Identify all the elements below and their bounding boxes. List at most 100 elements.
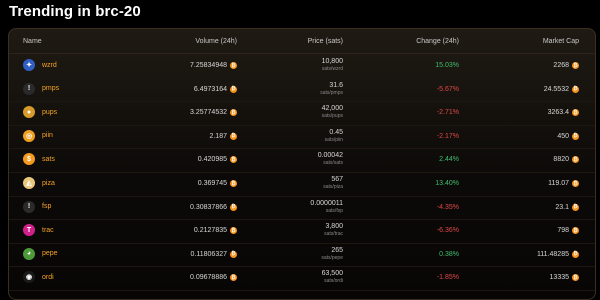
- change-value: 0.38%: [439, 250, 459, 258]
- table-row[interactable]: ✦ wzrd 7.25834948 ₿ 10,800 sats/wzrd 15.03% 226…: [9, 54, 595, 79]
- price-unit: sats/fsp: [325, 207, 343, 214]
- pizza-avatar: ◭: [23, 177, 35, 189]
- bitcoin-icon: ₿: [572, 203, 579, 211]
- change-value: 2.44%: [439, 156, 459, 164]
- market-cap-value: 119.07: [548, 180, 569, 187]
- bitcoin-icon: ₿: [572, 109, 579, 117]
- header-change[interactable]: Change (24h): [416, 38, 459, 45]
- bitcoin-icon: ₿: [572, 85, 579, 93]
- volume-cell: 0.30837866 ₿: [190, 203, 237, 211]
- price-unit: sats/sats: [323, 160, 343, 167]
- price-cell: 567 sats/piza: [323, 176, 343, 190]
- price-unit: sats/pups: [321, 113, 343, 120]
- header-price[interactable]: Price (sats): [308, 38, 343, 45]
- market-cap-value: 24.5532: [543, 85, 569, 93]
- token-cell[interactable]: ! pmps: [23, 82, 59, 95]
- price-value: 265: [331, 246, 343, 254]
- volume-value: 7.25834948: [190, 62, 227, 69]
- price-unit: sats/piza: [323, 184, 343, 190]
- price-value: 567: [331, 176, 343, 183]
- page-title: Trending in brc-20: [9, 3, 141, 20]
- bitcoin-icon: ₿: [572, 180, 579, 187]
- market-cap-value: 23.1: [555, 203, 569, 211]
- price-value: 0.00042: [317, 152, 343, 160]
- market-cap-cell: 3263.4 ₿: [547, 109, 579, 117]
- token-cell[interactable]: ◕ pepe: [23, 247, 58, 260]
- bitcoin-icon: ₿: [572, 62, 579, 69]
- bitcoin-icon: ₿: [230, 203, 237, 211]
- market-cap-cell: 119.07 ₿: [548, 180, 579, 187]
- header-name[interactable]: Name: [23, 38, 42, 45]
- table-row[interactable]: ! fsp 0.30837866 ₿ 0.0000011 sats/fsp -4.35% 23…: [9, 196, 595, 221]
- volume-cell: 7.25834948 ₿: [190, 62, 237, 69]
- bitcoin-icon: ₿: [230, 109, 237, 117]
- price-value: 42,000: [321, 105, 343, 113]
- wizard-avatar: ✦: [23, 59, 35, 71]
- table-row[interactable]: ! pmps 6.4973164 ₿ 31.6 sats/pmps -5.67% 24.553…: [9, 78, 595, 103]
- market-cap-value: 3263.4: [547, 109, 569, 117]
- table-header: Name Volume (24h) Price (sats) Change (2…: [9, 29, 595, 54]
- token-cell[interactable]: ◭ piza: [23, 177, 55, 189]
- volume-value: 3.25774532: [190, 109, 227, 117]
- token-cell[interactable]: Ttrac: [23, 224, 54, 237]
- token-cell[interactable]: $ sats: [23, 153, 55, 166]
- token-cell[interactable]: ◎ piin: [23, 129, 53, 142]
- ticker-label[interactable]: pepe: [42, 250, 58, 257]
- token-cell[interactable]: ◉ ordi: [23, 271, 54, 284]
- price-unit: sats/trac: [324, 231, 343, 238]
- volume-cell: 2.187 ₿: [209, 132, 237, 140]
- dollar-coin-icon: $: [23, 153, 35, 166]
- token-cell[interactable]: ! fsp: [23, 200, 51, 213]
- ticker-label[interactable]: sats: [42, 156, 55, 163]
- market-cap-value: 13335: [549, 274, 569, 282]
- ticker-label[interactable]: fsp: [42, 203, 51, 210]
- bitcoin-icon: ₿: [230, 250, 237, 258]
- price-unit: sats/piin: [324, 136, 343, 143]
- volume-value: 0.11806327: [190, 250, 227, 258]
- table-row[interactable]: ◭ piza 0.369745 ₿ 567 sats/piza 13.40% 119.07 ₿: [9, 172, 595, 197]
- ticker-label[interactable]: pmps: [42, 85, 59, 92]
- ticker-label[interactable]: trac: [42, 227, 54, 234]
- ticker-label[interactable]: piza: [42, 180, 55, 187]
- volume-value: 0.369745: [197, 180, 227, 187]
- volume-cell: 0.2127835 ₿: [194, 227, 237, 235]
- change-value: -2.71%: [436, 109, 459, 117]
- bitcoin-icon: ₿: [230, 132, 237, 140]
- bitcoin-icon: ₿: [572, 132, 579, 140]
- token-cell[interactable]: ✦ wzrd: [23, 59, 57, 71]
- header-volume[interactable]: Volume (24h): [195, 38, 237, 45]
- table-row[interactable]: ◎ piin 2.187 ₿ 0.45 sats/piin -2.17% 450 ₿: [9, 125, 595, 150]
- table-row[interactable]: ◉ ordi 0.09678886 ₿ 63,500 sats/ordi -1.85% 133…: [9, 266, 595, 291]
- table-row[interactable]: $ sats 0.420985 ₿ 0.00042 sats/sats 2.44% 8820 ₿: [9, 148, 595, 173]
- bitcoin-icon: ₿: [230, 85, 237, 93]
- bitcoin-icon: ₿: [572, 274, 579, 282]
- volume-cell: 0.11806327 ₿: [190, 250, 237, 258]
- price-unit: sats/wzrd: [321, 66, 343, 72]
- token-cell[interactable]: ● pups: [23, 106, 57, 119]
- change-value: 15.03%: [435, 62, 459, 69]
- table-row[interactable]: ● pups 3.25774532 ₿ 42,000 sats/pups -2.71% 326…: [9, 101, 595, 126]
- table-row[interactable]: ◕ pepe 0.11806327 ₿ 265 sats/pepe 0.38% 111.482…: [9, 243, 595, 268]
- price-cell: 3,800 sats/trac: [324, 223, 343, 237]
- price-unit: sats/pmps: [320, 89, 343, 96]
- bitcoin-icon: ₿: [572, 156, 579, 164]
- ticker-label[interactable]: wzrd: [42, 62, 57, 69]
- price-value: 63,500: [321, 270, 343, 278]
- table-row[interactable]: Ttrac 0.2127835 ₿ 3,800 sats/trac -6.36% 798 ₿: [9, 219, 595, 244]
- ticker-label[interactable]: ordi: [42, 274, 54, 281]
- volume-cell: 6.4973164 ₿: [194, 85, 237, 93]
- header-market-cap[interactable]: Market Cap: [543, 38, 579, 45]
- price-cell: 265 sats/pepe: [321, 247, 343, 261]
- change-value: -6.36%: [436, 227, 459, 235]
- ticker-label[interactable]: pups: [42, 109, 57, 116]
- price-cell: 63,500 sats/ordi: [322, 270, 343, 284]
- market-cap-cell: 13335 ₿: [549, 274, 579, 282]
- market-cap-value: 450: [557, 132, 569, 140]
- price-unit: sats/ordi: [324, 278, 343, 285]
- price-value: 31.6: [329, 81, 343, 89]
- bitcoin-icon: ₿: [572, 250, 579, 258]
- price-cell: 0.0000011 sats/fsp: [310, 200, 343, 214]
- price-value: 3,800: [325, 223, 343, 231]
- ticker-label[interactable]: piin: [42, 132, 53, 139]
- volume-cell: 0.420985 ₿: [198, 156, 237, 164]
